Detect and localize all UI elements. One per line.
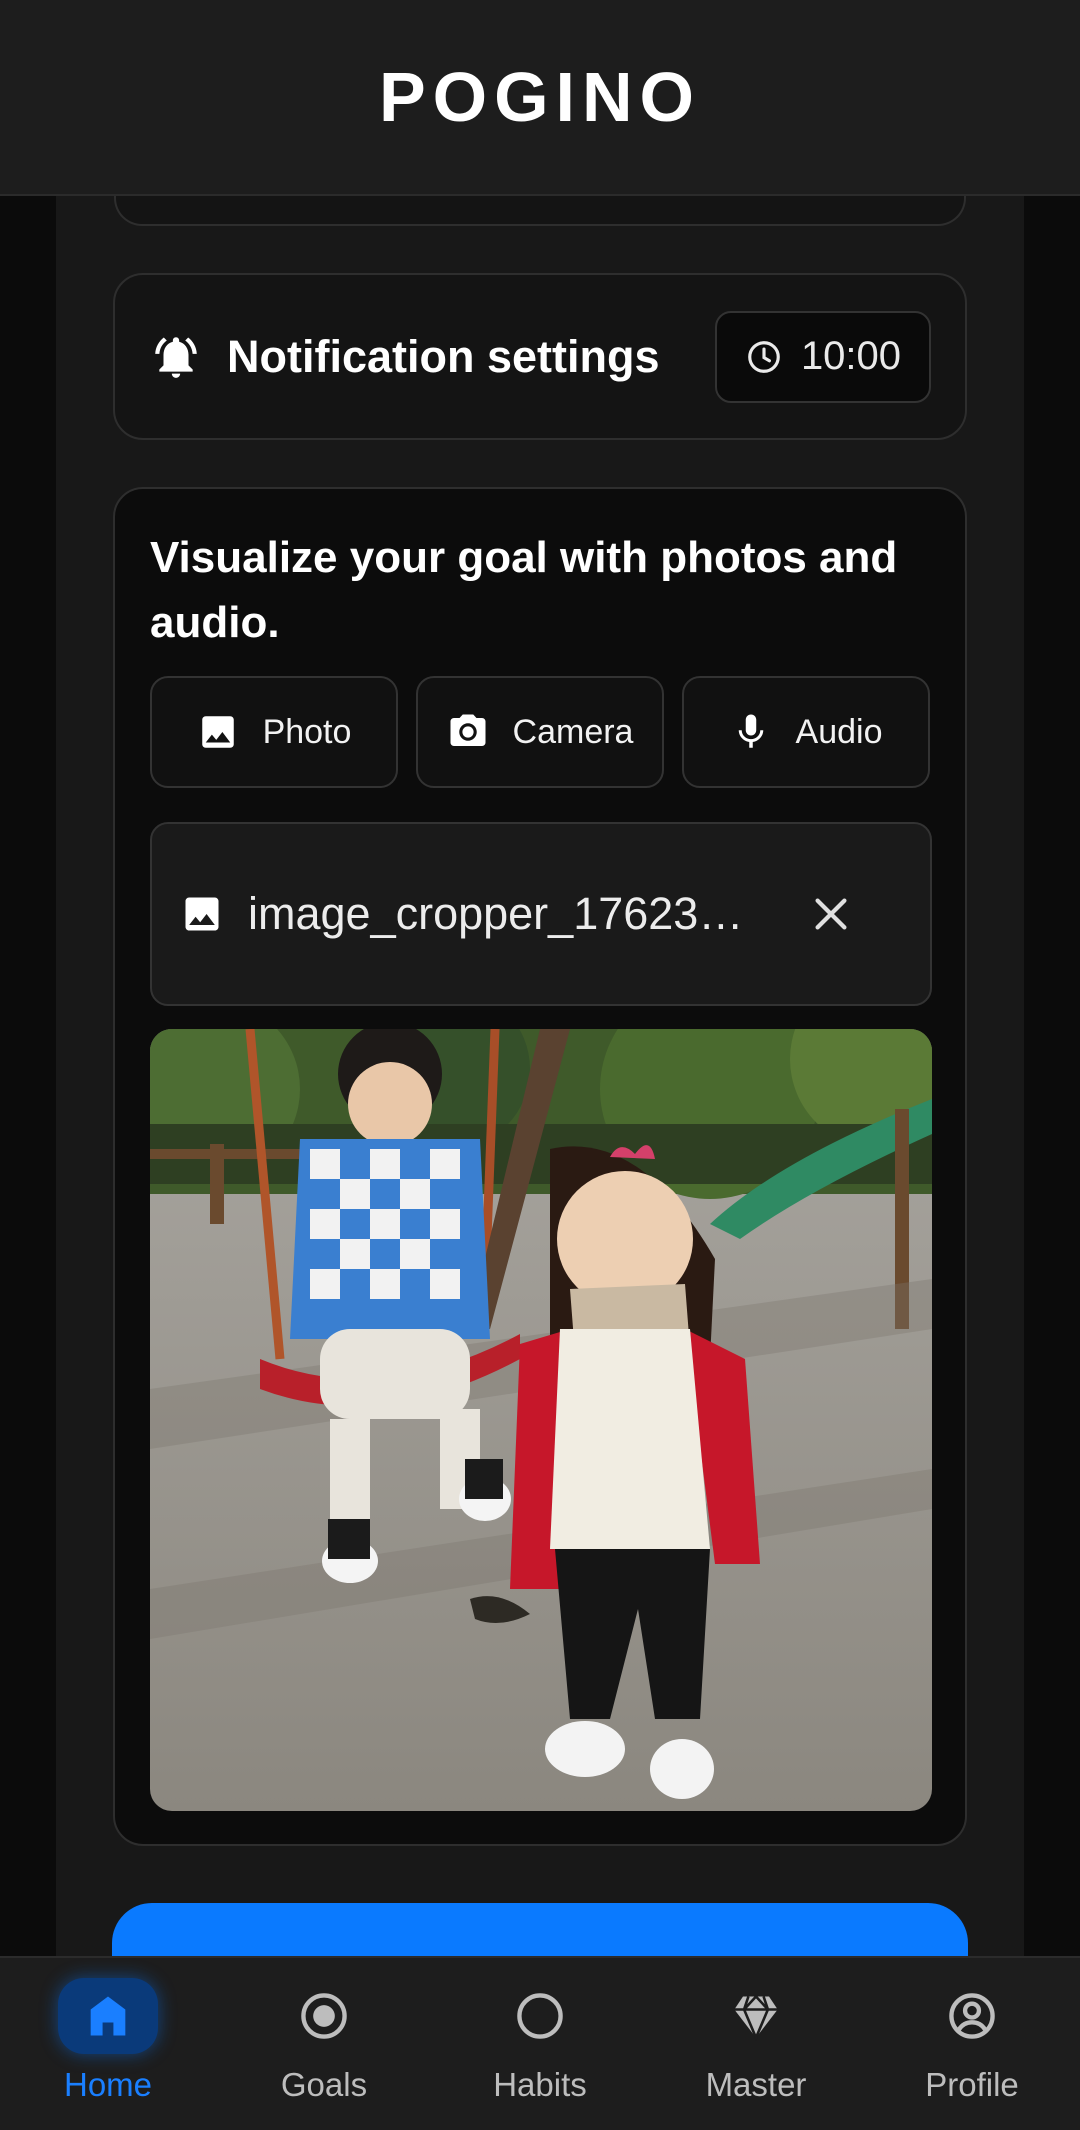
diamond-icon (734, 1994, 778, 2042)
nav-item-profile[interactable]: Profile (864, 1958, 1080, 2130)
image-icon (185, 897, 219, 931)
camera-icon (450, 714, 486, 746)
app-header: POGINO (0, 0, 1080, 196)
circle-icon (517, 1993, 563, 2039)
attachment-file-name: image_cropper_1762345678901.jpg (248, 888, 748, 939)
clock-icon (748, 340, 780, 373)
audio-button[interactable]: Audio (682, 676, 930, 788)
media-button-row: Photo Camera Audio (150, 676, 930, 788)
home-icon (90, 1996, 126, 2036)
nav-label-habits: Habits (493, 2066, 587, 2103)
photo-button-label: Photo (262, 712, 352, 751)
nav-habits-indicator (490, 1978, 590, 2054)
nav-label-home: Home (63, 2066, 153, 2103)
close-icon[interactable] (808, 891, 854, 937)
nav-label-profile: Profile (925, 2066, 1019, 2103)
nav-label-goals: Goals (280, 2066, 368, 2103)
nav-profile-indicator (922, 1978, 1022, 2054)
app-title: POGINO (378, 58, 702, 136)
notification-time-button[interactable]: 10:00 (715, 310, 931, 403)
notification-time-value: 10:00 (800, 334, 902, 378)
attachment-chip: image_cropper_1762345678901.jpg (150, 822, 932, 1006)
visualize-title: Visualize your goal with photos and audi… (150, 533, 898, 647)
photo-illustration (150, 1029, 932, 1811)
nav-goals-indicator (274, 1978, 374, 2054)
notification-settings-card[interactable]: Notification settings 10:00 (113, 273, 967, 440)
account-circle-icon (949, 1993, 995, 2039)
visualize-goal-card: Visualize your goal with photos and audi… (113, 487, 967, 1846)
bottom-navigation: Home Goals Habits Master Profile (0, 1956, 1080, 2130)
photo-button[interactable]: Photo (150, 676, 398, 788)
attached-photo (150, 1029, 932, 1811)
audio-button-label: Audio (795, 712, 883, 751)
bell-ring-icon (155, 336, 197, 378)
camera-button[interactable]: Camera (416, 676, 664, 788)
microphone-icon (738, 714, 763, 748)
nav-home-indicator (58, 1978, 158, 2054)
camera-button-label: Camera (512, 712, 634, 751)
nav-item-goals[interactable]: Goals (216, 1958, 432, 2130)
nav-label-master: Master (705, 2066, 807, 2103)
notification-settings-label: Notification settings (227, 330, 660, 382)
nav-master-indicator (706, 1978, 806, 2054)
image-icon (201, 716, 234, 748)
target-icon (301, 1993, 347, 2039)
nav-item-habits[interactable]: Habits (432, 1958, 648, 2130)
nav-item-home[interactable]: Home (0, 1958, 216, 2130)
nav-item-master[interactable]: Master (648, 1958, 864, 2130)
